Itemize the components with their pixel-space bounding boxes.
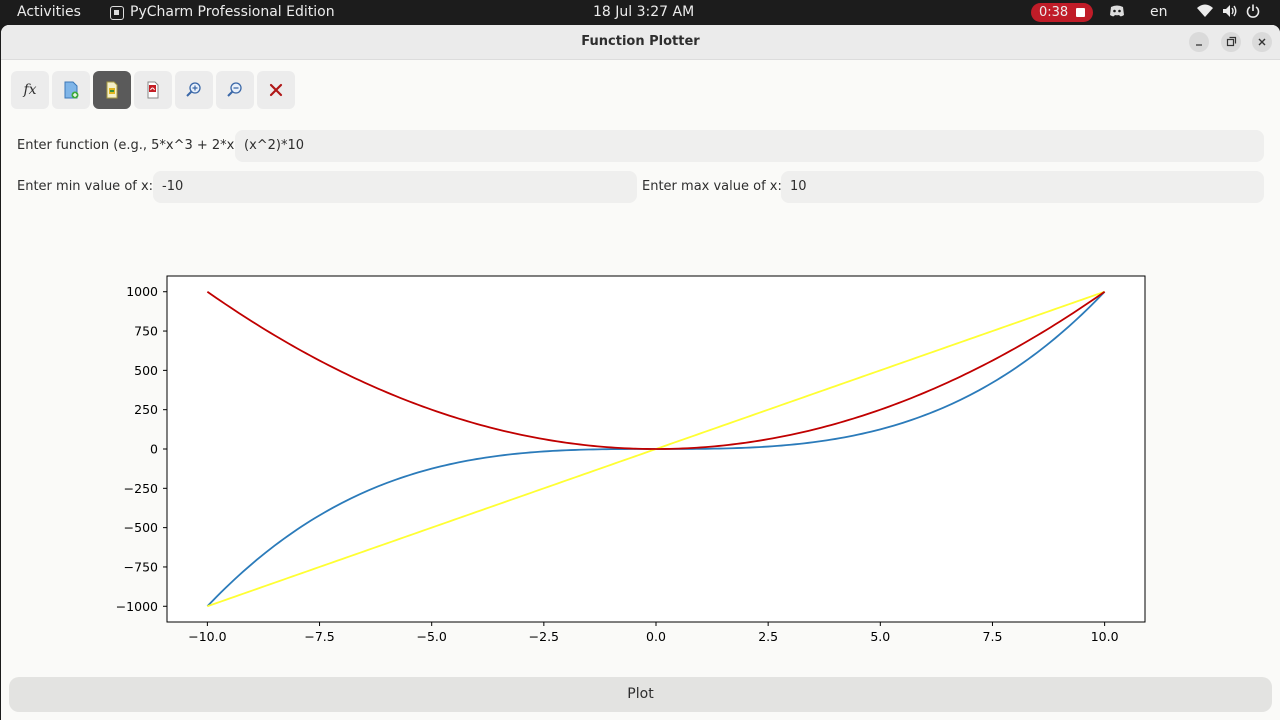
min-x-input[interactable]: -10: [153, 171, 637, 203]
new-document-button[interactable]: [52, 71, 90, 109]
x-tick-label: −10.0: [188, 629, 226, 644]
min-x-label: Enter min value of x:: [17, 179, 154, 194]
save-image-icon: [106, 81, 118, 99]
discord-icon[interactable]: [1109, 4, 1125, 23]
maximize-icon: [1226, 36, 1237, 47]
minimize-icon: [1196, 44, 1202, 46]
close-button[interactable]: [1252, 32, 1272, 52]
pycharm-icon: [110, 5, 124, 20]
volume-icon[interactable]: [1222, 4, 1238, 23]
x-tick-label: 7.5: [983, 629, 1003, 644]
max-x-label: Enter max value of x:: [642, 179, 782, 194]
function-button[interactable]: fx: [11, 71, 49, 109]
window-title: Function Plotter: [581, 34, 700, 49]
zoom-in-button[interactable]: [175, 71, 213, 109]
zoom-in-icon: [186, 82, 201, 97]
activities-button[interactable]: Activities: [17, 4, 81, 21]
power-icon[interactable]: [1246, 4, 1260, 23]
x-tick-label: −2.5: [529, 629, 559, 644]
max-x-input[interactable]: 10: [781, 171, 1264, 203]
y-tick-label: −750: [124, 559, 158, 574]
x-tick-label: −7.5: [304, 629, 334, 644]
new-document-icon: [64, 81, 79, 99]
clear-button[interactable]: [257, 71, 295, 109]
x-tick-label: 5.0: [870, 629, 890, 644]
function-label: Enter function (e.g., 5*x^3 + 2*x):: [17, 138, 244, 153]
language-indicator[interactable]: en: [1150, 4, 1168, 21]
y-tick-label: 250: [134, 402, 158, 417]
y-tick-label: 500: [134, 363, 158, 378]
close-icon: [1258, 38, 1266, 46]
x-tick-label: 0.0: [646, 629, 666, 644]
zoom-out-button[interactable]: [216, 71, 254, 109]
y-tick-label: −500: [124, 520, 158, 535]
zoom-out-icon: [227, 82, 242, 97]
recording-time: 0:38: [1039, 5, 1069, 20]
minimize-button[interactable]: [1189, 32, 1209, 52]
x-tick-label: −5.0: [417, 629, 447, 644]
clock[interactable]: 18 Jul 3:27 AM: [593, 4, 694, 21]
function-icon: fx: [23, 82, 37, 98]
maximize-button[interactable]: [1221, 32, 1241, 52]
toolbar: fx: [11, 71, 295, 109]
y-tick-label: 1000: [126, 284, 158, 299]
function-input[interactable]: (x^2)*10: [235, 130, 1264, 162]
y-tick-label: −250: [124, 481, 158, 496]
app-menu[interactable]: PyCharm Professional Edition: [110, 4, 335, 21]
save-image-button[interactable]: [93, 71, 131, 109]
function-plotter-window: Function Plotter fx Enter function (e.g.…: [1, 25, 1280, 720]
title-bar[interactable]: Function Plotter: [1, 25, 1280, 60]
plot-button[interactable]: Plot: [9, 677, 1272, 712]
x-tick-label: 2.5: [758, 629, 778, 644]
clear-icon: [269, 83, 283, 97]
stop-recording-icon: [1076, 8, 1086, 17]
screen-recording-indicator[interactable]: 0:38: [1031, 3, 1094, 22]
y-tick-label: −1000: [116, 599, 158, 614]
export-pdf-icon: [147, 81, 159, 99]
y-tick-label: 0: [150, 442, 158, 457]
x-tick-label: 10.0: [1091, 629, 1119, 644]
export-pdf-button[interactable]: [134, 71, 172, 109]
wifi-icon[interactable]: [1197, 4, 1213, 23]
app-name: PyCharm Professional Edition: [130, 4, 335, 20]
top-bar: Activities PyCharm Professional Edition …: [0, 0, 1280, 25]
function-plot[interactable]: −10.0 −7.5 −5.0 −2.5 0.0 2.5 5.0 7.5 10.0 1000 750…: [101, 265, 1181, 650]
y-tick-label: 750: [134, 324, 158, 339]
